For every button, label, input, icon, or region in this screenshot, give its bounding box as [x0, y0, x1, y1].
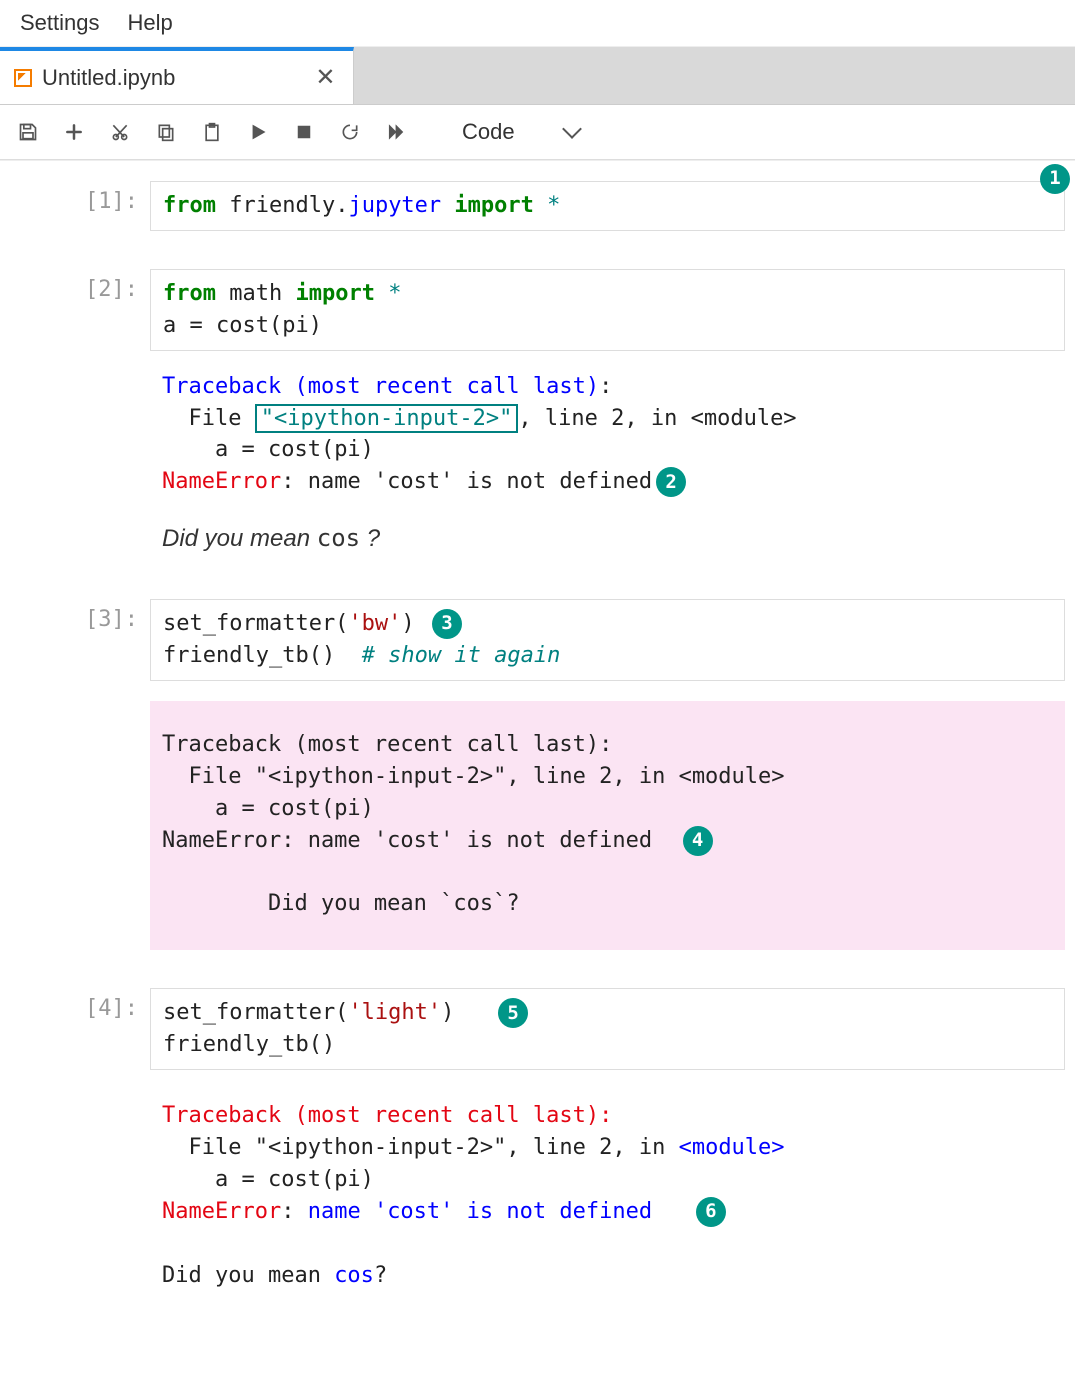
cell-4: [4]: set_formatter('light') 5 friendly_t…	[10, 988, 1065, 1299]
paste-button[interactable]	[202, 122, 222, 142]
tab-untitled[interactable]: Untitled.ipynb ✕	[0, 47, 354, 104]
notebook-area: [1]: from friendly.jupyter import *1 [2]…	[0, 160, 1075, 1329]
menu-settings[interactable]: Settings	[20, 10, 100, 36]
badge-2: 2	[656, 467, 686, 497]
celltype-select[interactable]: Code	[452, 115, 589, 149]
badge-3: 3	[432, 609, 462, 639]
cell-2: [2]: from math import * a = cost(pi) Tra…	[10, 269, 1065, 561]
cell-prompt: [2]:	[10, 269, 150, 561]
cell-prompt: [4]:	[10, 988, 150, 1299]
cell-3: [3]: set_formatter('bw') 3 friendly_tb()…	[10, 599, 1065, 950]
badge-5: 5	[498, 998, 528, 1028]
code-input[interactable]: from friendly.jupyter import *1	[150, 181, 1065, 231]
cell-output: Traceback (most recent call last): File …	[150, 363, 1065, 507]
cell-prompt: [3]:	[10, 599, 150, 950]
code-input[interactable]: set_formatter('light') 5 friendly_tb()	[150, 988, 1065, 1070]
did-you-mean: Did you mean cos ?	[150, 516, 1065, 561]
close-icon[interactable]: ✕	[315, 63, 335, 92]
boxed-filename: "<ipython-input-2>"	[255, 404, 519, 433]
cell-output: Traceback (most recent call last): File …	[150, 1092, 1065, 1299]
cell-output: Traceback (most recent call last): File …	[150, 701, 1065, 950]
celltype-label: Code	[462, 119, 515, 145]
copy-button[interactable]	[156, 122, 176, 142]
notebook-icon	[14, 69, 32, 87]
stop-button[interactable]	[294, 122, 314, 142]
code-input[interactable]: set_formatter('bw') 3 friendly_tb() # sh…	[150, 599, 1065, 681]
save-button[interactable]	[18, 122, 38, 142]
restart-button[interactable]	[340, 122, 360, 142]
code-input[interactable]: from math import * a = cost(pi)	[150, 269, 1065, 351]
cut-button[interactable]	[110, 122, 130, 142]
run-all-button[interactable]	[386, 122, 406, 142]
add-cell-button[interactable]	[64, 122, 84, 142]
tabbar: Untitled.ipynb ✕	[0, 47, 1075, 105]
run-button[interactable]	[248, 122, 268, 142]
cell-prompt: [1]:	[10, 181, 150, 231]
badge-1: 1	[1040, 164, 1070, 194]
cell-1: [1]: from friendly.jupyter import *1	[10, 181, 1065, 231]
tab-title: Untitled.ipynb	[42, 65, 175, 91]
chevron-down-icon	[562, 119, 582, 139]
badge-6: 6	[696, 1197, 726, 1227]
menubar: Settings Help	[0, 0, 1075, 47]
badge-4: 4	[683, 826, 713, 856]
menu-help[interactable]: Help	[128, 10, 173, 36]
toolbar: Code	[0, 105, 1075, 160]
